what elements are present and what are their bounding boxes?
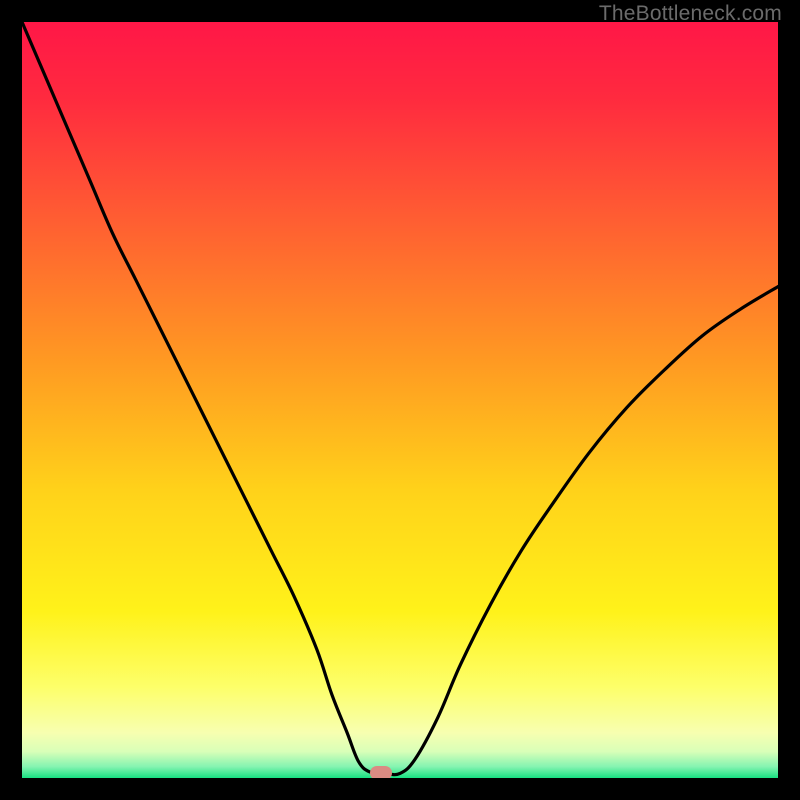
bottleneck-curve xyxy=(22,22,778,778)
plot-area xyxy=(22,22,778,778)
watermark-text: TheBottleneck.com xyxy=(599,2,782,26)
optimum-marker xyxy=(370,766,392,778)
chart-frame: TheBottleneck.com xyxy=(0,0,800,800)
